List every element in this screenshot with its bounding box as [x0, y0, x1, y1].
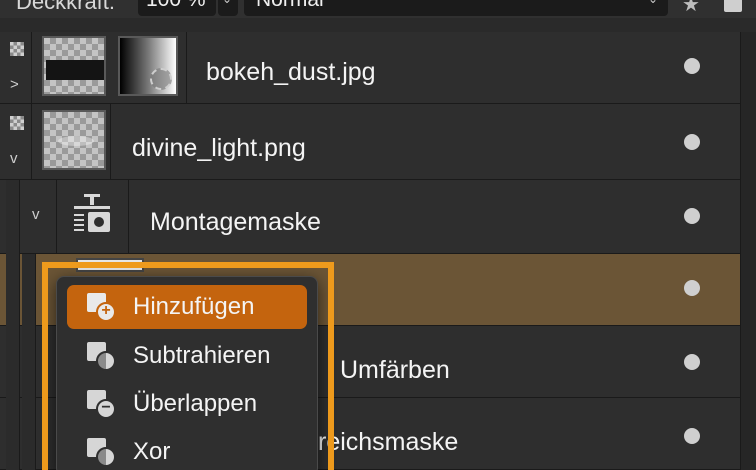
- layer-thumbnail: [42, 36, 106, 96]
- visibility-dot-icon[interactable]: [684, 354, 700, 370]
- blend-mode-value: Normal: [256, 0, 324, 12]
- mask-circle-icon: [150, 68, 172, 90]
- layer-name: Umfärben: [340, 356, 450, 384]
- menu-item-add[interactable]: + Hinzufügen: [67, 285, 307, 329]
- thumbnail-image: [58, 136, 94, 146]
- layer-row[interactable]: > bokeh_dust.jpg: [0, 32, 756, 104]
- menu-item-xor[interactable]: Xor: [67, 430, 307, 470]
- chevron-down-icon: ⌄: [648, 0, 658, 6]
- opacity-label: Deckkraft:: [16, 0, 116, 14]
- layer-name: bokeh_dust.jpg: [206, 58, 376, 86]
- divider: [56, 180, 57, 254]
- layer-name: reichsmaske: [318, 428, 459, 456]
- disclosure-open-icon[interactable]: v: [10, 150, 18, 167]
- menu-item-intersect[interactable]: − Überlappen: [67, 382, 307, 426]
- divider: [110, 104, 111, 180]
- layer-name: divine_light.png: [132, 134, 306, 162]
- divider: [128, 180, 129, 254]
- compound-mask-icon: [74, 194, 110, 232]
- layer-gutter: >: [0, 32, 32, 103]
- menu-item-label: Xor: [133, 438, 171, 465]
- visibility-dot-icon[interactable]: [684, 280, 700, 296]
- layer-row[interactable]: v divine_light.png: [0, 104, 756, 180]
- layer-name: Montagemaske: [150, 208, 321, 236]
- indent-guide: [6, 180, 20, 470]
- indent-guide: [22, 254, 36, 470]
- layer-thumbnail: [76, 258, 144, 272]
- menu-item-label: Subtrahieren: [133, 342, 271, 369]
- opacity-dropdown-button[interactable]: ⌄: [218, 0, 238, 16]
- subtract-mask-icon: [87, 342, 119, 372]
- thumbnail-image: [46, 60, 104, 80]
- opacity-field[interactable]: 100 %: [138, 0, 216, 16]
- menu-item-label: Hinzufügen: [133, 293, 255, 320]
- star-icon[interactable]: ★: [682, 0, 700, 17]
- checker-icon: [10, 116, 24, 130]
- divider: [186, 32, 187, 104]
- blend-mode-select[interactable]: Normal ⌄: [244, 0, 668, 16]
- layer-gutter: v: [0, 104, 32, 179]
- scrollbar[interactable]: [740, 32, 756, 470]
- mask-thumbnail: [118, 36, 178, 96]
- layer-thumbnail: [42, 110, 106, 170]
- menu-item-label: Überlappen: [133, 390, 258, 417]
- intersect-mask-icon: −: [87, 390, 119, 420]
- disclosure-closed-icon[interactable]: >: [10, 76, 19, 93]
- menu-item-subtract[interactable]: Subtrahieren: [67, 334, 307, 378]
- xor-mask-icon: [87, 438, 119, 468]
- chevron-down-icon: ⌄: [222, 0, 232, 6]
- toolbar: Deckkraft: 100 % ⌄ Normal ⌄ ★: [0, 0, 756, 18]
- checker-icon: [10, 42, 24, 56]
- visibility-dot-icon[interactable]: [684, 208, 700, 224]
- add-mask-icon: +: [87, 293, 119, 323]
- disclosure-open-icon[interactable]: v: [32, 206, 40, 223]
- visibility-dot-icon[interactable]: [684, 134, 700, 150]
- visibility-dot-icon[interactable]: [684, 58, 700, 74]
- opacity-value: 100 %: [146, 0, 206, 12]
- square-icon[interactable]: [724, 0, 742, 12]
- mask-mode-popup-menu: + Hinzufügen Subtrahieren − Überlappen X…: [56, 276, 318, 470]
- visibility-dot-icon[interactable]: [684, 428, 700, 444]
